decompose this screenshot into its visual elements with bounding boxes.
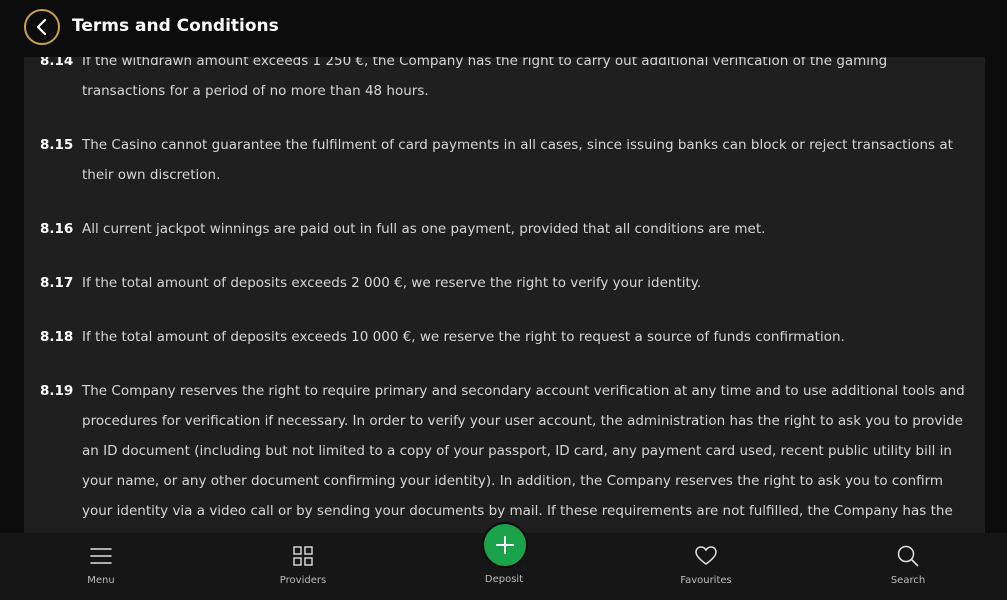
clause-8-18: 8.18 If the total amount of deposits exc… [24, 322, 985, 352]
heart-icon [694, 544, 718, 568]
plus-icon [496, 536, 514, 554]
clause-text: The Company reserves the right to requir… [82, 383, 965, 519]
hamburger-menu-icon [89, 544, 113, 568]
clause-text: The Casino cannot guarantee the fulfilme… [82, 137, 953, 183]
nav-label: Search [890, 575, 926, 586]
page-title: Terms and Conditions [72, 16, 279, 36]
clause-number: 8.19 [40, 383, 74, 399]
clause-text: If the withdrawn amount exceeds 1 250 €,… [82, 57, 888, 99]
nav-label: Menu [87, 575, 115, 586]
back-button[interactable] [24, 9, 60, 45]
nav-label: Favourites [680, 575, 732, 586]
nav-providers[interactable]: Providers [243, 533, 363, 600]
nav-label: Providers [279, 575, 327, 586]
clause-8-14: 8.14 If the withdrawn amount exceeds 1 2… [24, 57, 985, 106]
clause-number: 8.16 [40, 221, 74, 237]
grid-icon [291, 544, 315, 568]
clause-text: If the total amount of deposits exceeds … [82, 275, 702, 291]
chevron-left-icon [36, 18, 47, 36]
clause-8-16: 8.16 All current jackpot winnings are pa… [24, 214, 985, 244]
clause-number: 8.15 [40, 137, 74, 153]
deposit-button[interactable] [482, 522, 528, 568]
clause-8-15: 8.15 The Casino cannot guarantee the ful… [24, 130, 985, 190]
clause-8-17: 8.17 If the total amount of deposits exc… [24, 268, 985, 298]
nav-deposit-label: Deposit [484, 574, 524, 585]
nav-favourites[interactable]: Favourites [646, 533, 766, 600]
clause-number: 8.17 [40, 275, 74, 291]
nav-search[interactable]: Search [848, 533, 968, 600]
clause-text: If the total amount of deposits exceeds … [82, 329, 845, 345]
clause-number: 8.18 [40, 329, 74, 345]
clause-8-19: 8.19 The Company reserves the right to r… [24, 376, 985, 533]
clause-list: 8.14 If the withdrawn amount exceeds 1 2… [24, 57, 985, 533]
nav-menu[interactable]: Menu [41, 533, 161, 600]
clause-text: All current jackpot winnings are paid ou… [82, 221, 766, 237]
clause-number: 8.14 [40, 57, 74, 69]
header: Terms and Conditions [0, 0, 1007, 57]
terms-content[interactable]: 8.14 If the withdrawn amount exceeds 1 2… [24, 57, 985, 533]
search-icon [896, 544, 920, 568]
